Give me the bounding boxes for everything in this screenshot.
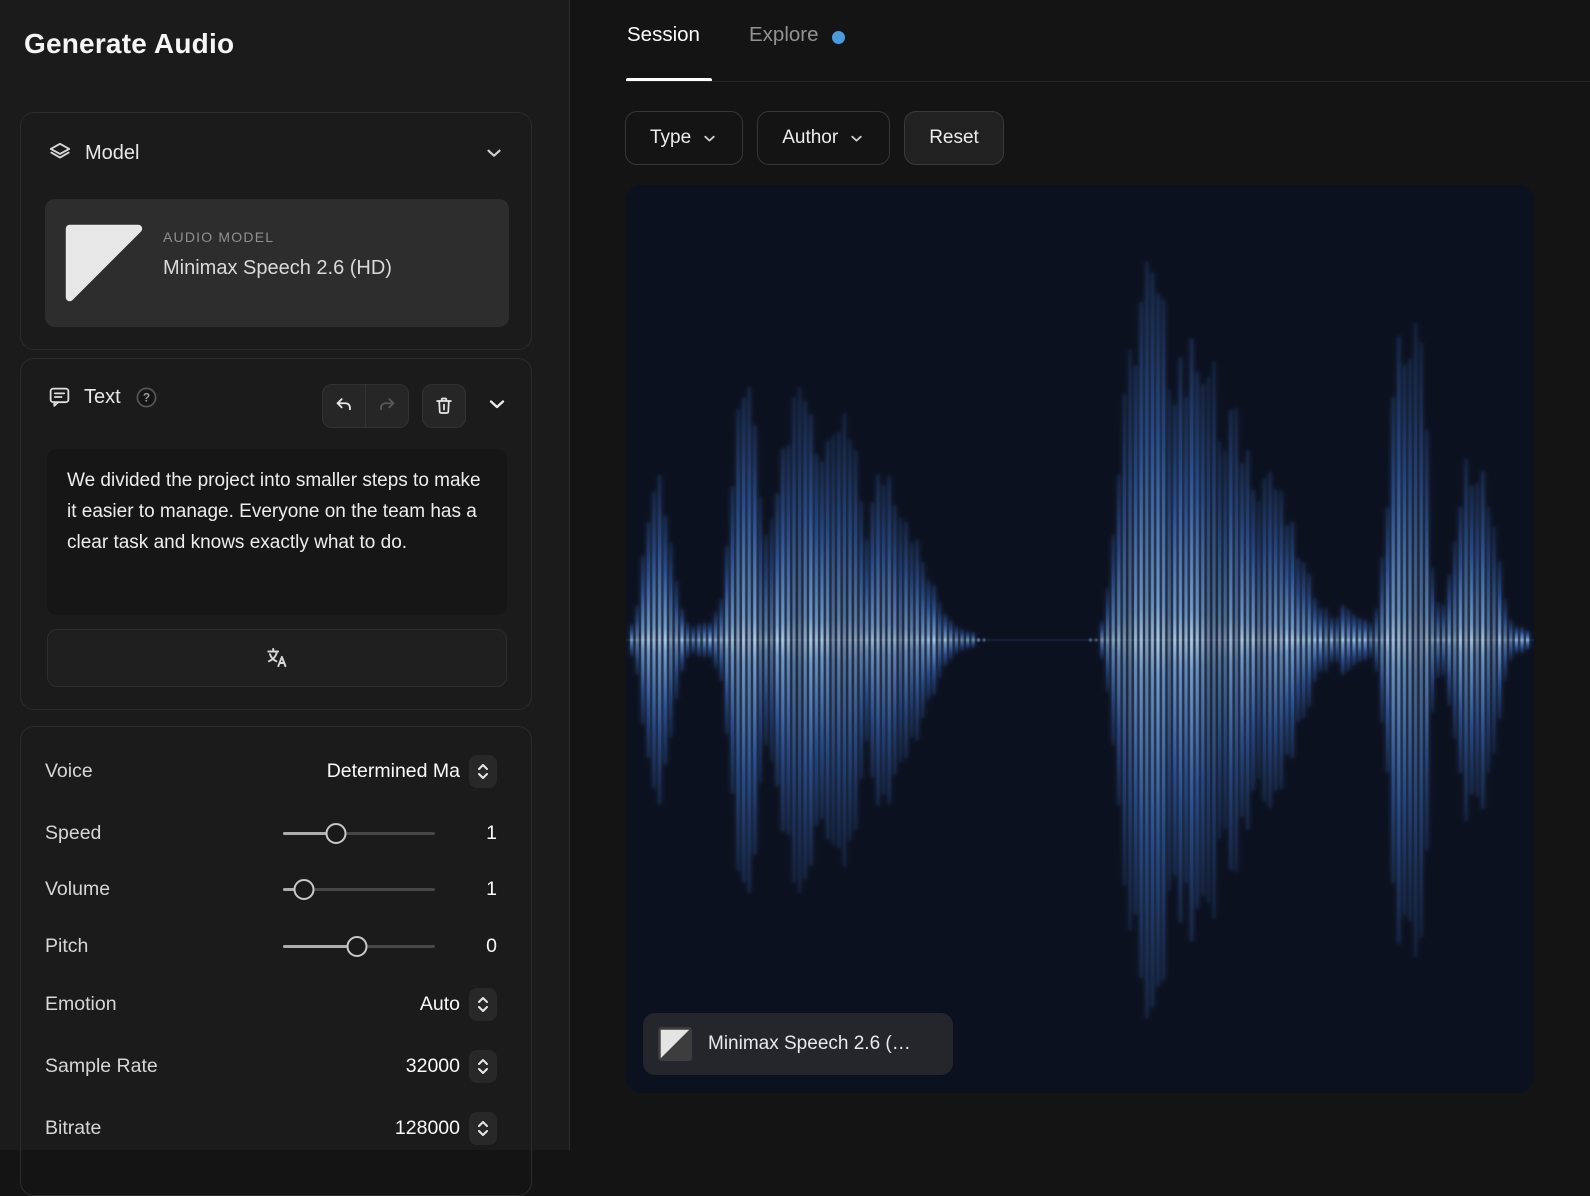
tabs-divider [626,81,1590,82]
reset-filters-button[interactable]: Reset [904,111,1004,165]
speed-slider[interactable] [283,816,435,850]
results-panel: Session Explore Type Author Reset Minima… [570,0,1590,1150]
volume-value: 1 [486,878,497,901]
chevron-down-icon[interactable] [483,142,505,164]
param-row-sample-rate: Sample Rate 32000 [45,1049,509,1083]
sample-rate-stepper[interactable] [469,1050,497,1083]
undo-button[interactable] [323,385,365,427]
model-kicker: AUDIO MODEL [163,229,274,245]
tab-session[interactable]: Session [627,23,700,47]
text-section: Text ? [20,358,532,710]
voice-stepper[interactable] [469,755,497,788]
translate-icon [264,645,290,671]
slider-handle[interactable] [347,936,368,957]
redo-button[interactable] [365,385,408,427]
explore-notification-dot [832,31,845,44]
pitch-value: 0 [486,935,497,958]
params-section: Voice Determined Ma Speed 1 Volume [20,726,532,1196]
slider-handle[interactable] [294,879,315,900]
param-row-voice: Voice Determined Ma [45,754,509,788]
chevron-down-icon [848,130,865,147]
param-row-volume: Volume 1 [45,872,509,906]
model-section-label: Model [85,142,139,165]
speed-value: 1 [486,822,497,845]
reset-filters-label: Reset [929,127,979,149]
model-section: Model AUDIO MODEL Minimax Speech 2.6 (HD… [20,112,532,350]
svg-text:?: ? [143,390,150,404]
undo-redo-group [322,384,409,428]
param-label: Sample Rate [45,1055,158,1078]
voice-value[interactable]: Determined Ma [327,760,460,783]
bitrate-value[interactable]: 128000 [395,1117,460,1140]
param-row-speed: Speed 1 [45,816,509,850]
waveform-visualization [626,185,1534,1093]
audio-result-item[interactable]: Minimax Speech 2.6 (… [626,185,1534,1093]
text-input[interactable]: We divided the project into smaller step… [47,449,507,615]
layers-icon [47,140,73,166]
type-filter-button[interactable]: Type [625,111,743,165]
type-filter-label: Type [650,127,691,149]
text-bubble-icon [47,385,72,410]
model-name: Minimax Speech 2.6 (HD) [163,257,392,280]
author-filter-label: Author [782,127,838,149]
translate-button[interactable] [47,629,507,687]
pitch-slider[interactable] [283,929,435,963]
param-label: Speed [45,822,101,845]
param-label: Volume [45,878,110,901]
delete-text-button[interactable] [422,384,466,428]
filter-bar: Type Author Reset [625,111,1004,165]
sample-rate-value[interactable]: 32000 [406,1055,460,1078]
bitrate-stepper[interactable] [469,1112,497,1145]
param-label: Voice [45,760,93,783]
param-label: Pitch [45,935,88,958]
emotion-value[interactable]: Auto [420,993,460,1016]
text-section-label: Text [84,386,121,409]
param-label: Bitrate [45,1117,101,1140]
slider-handle[interactable] [326,823,347,844]
author-filter-button[interactable]: Author [757,111,890,165]
chevron-down-icon [701,130,718,147]
generation-sidebar: Generate Audio Model AUDIO MODEL [0,0,570,1150]
tab-explore[interactable]: Explore [749,23,819,47]
param-row-bitrate: Bitrate 128000 [45,1111,509,1145]
param-row-pitch: Pitch 0 [45,929,509,963]
chevron-down-icon[interactable] [485,392,509,416]
volume-slider[interactable] [283,872,435,906]
result-model-chip[interactable]: Minimax Speech 2.6 (… [643,1013,953,1075]
help-icon[interactable]: ? [135,386,158,409]
page-title: Generate Audio [24,28,234,60]
emotion-stepper[interactable] [469,988,497,1021]
model-logo-icon [65,224,143,302]
model-logo-icon [658,1027,692,1061]
param-label: Emotion [45,993,117,1016]
param-row-emotion: Emotion Auto [45,987,509,1021]
selected-model-card[interactable]: AUDIO MODEL Minimax Speech 2.6 (HD) [45,199,509,327]
result-model-label: Minimax Speech 2.6 (… [708,1033,911,1055]
